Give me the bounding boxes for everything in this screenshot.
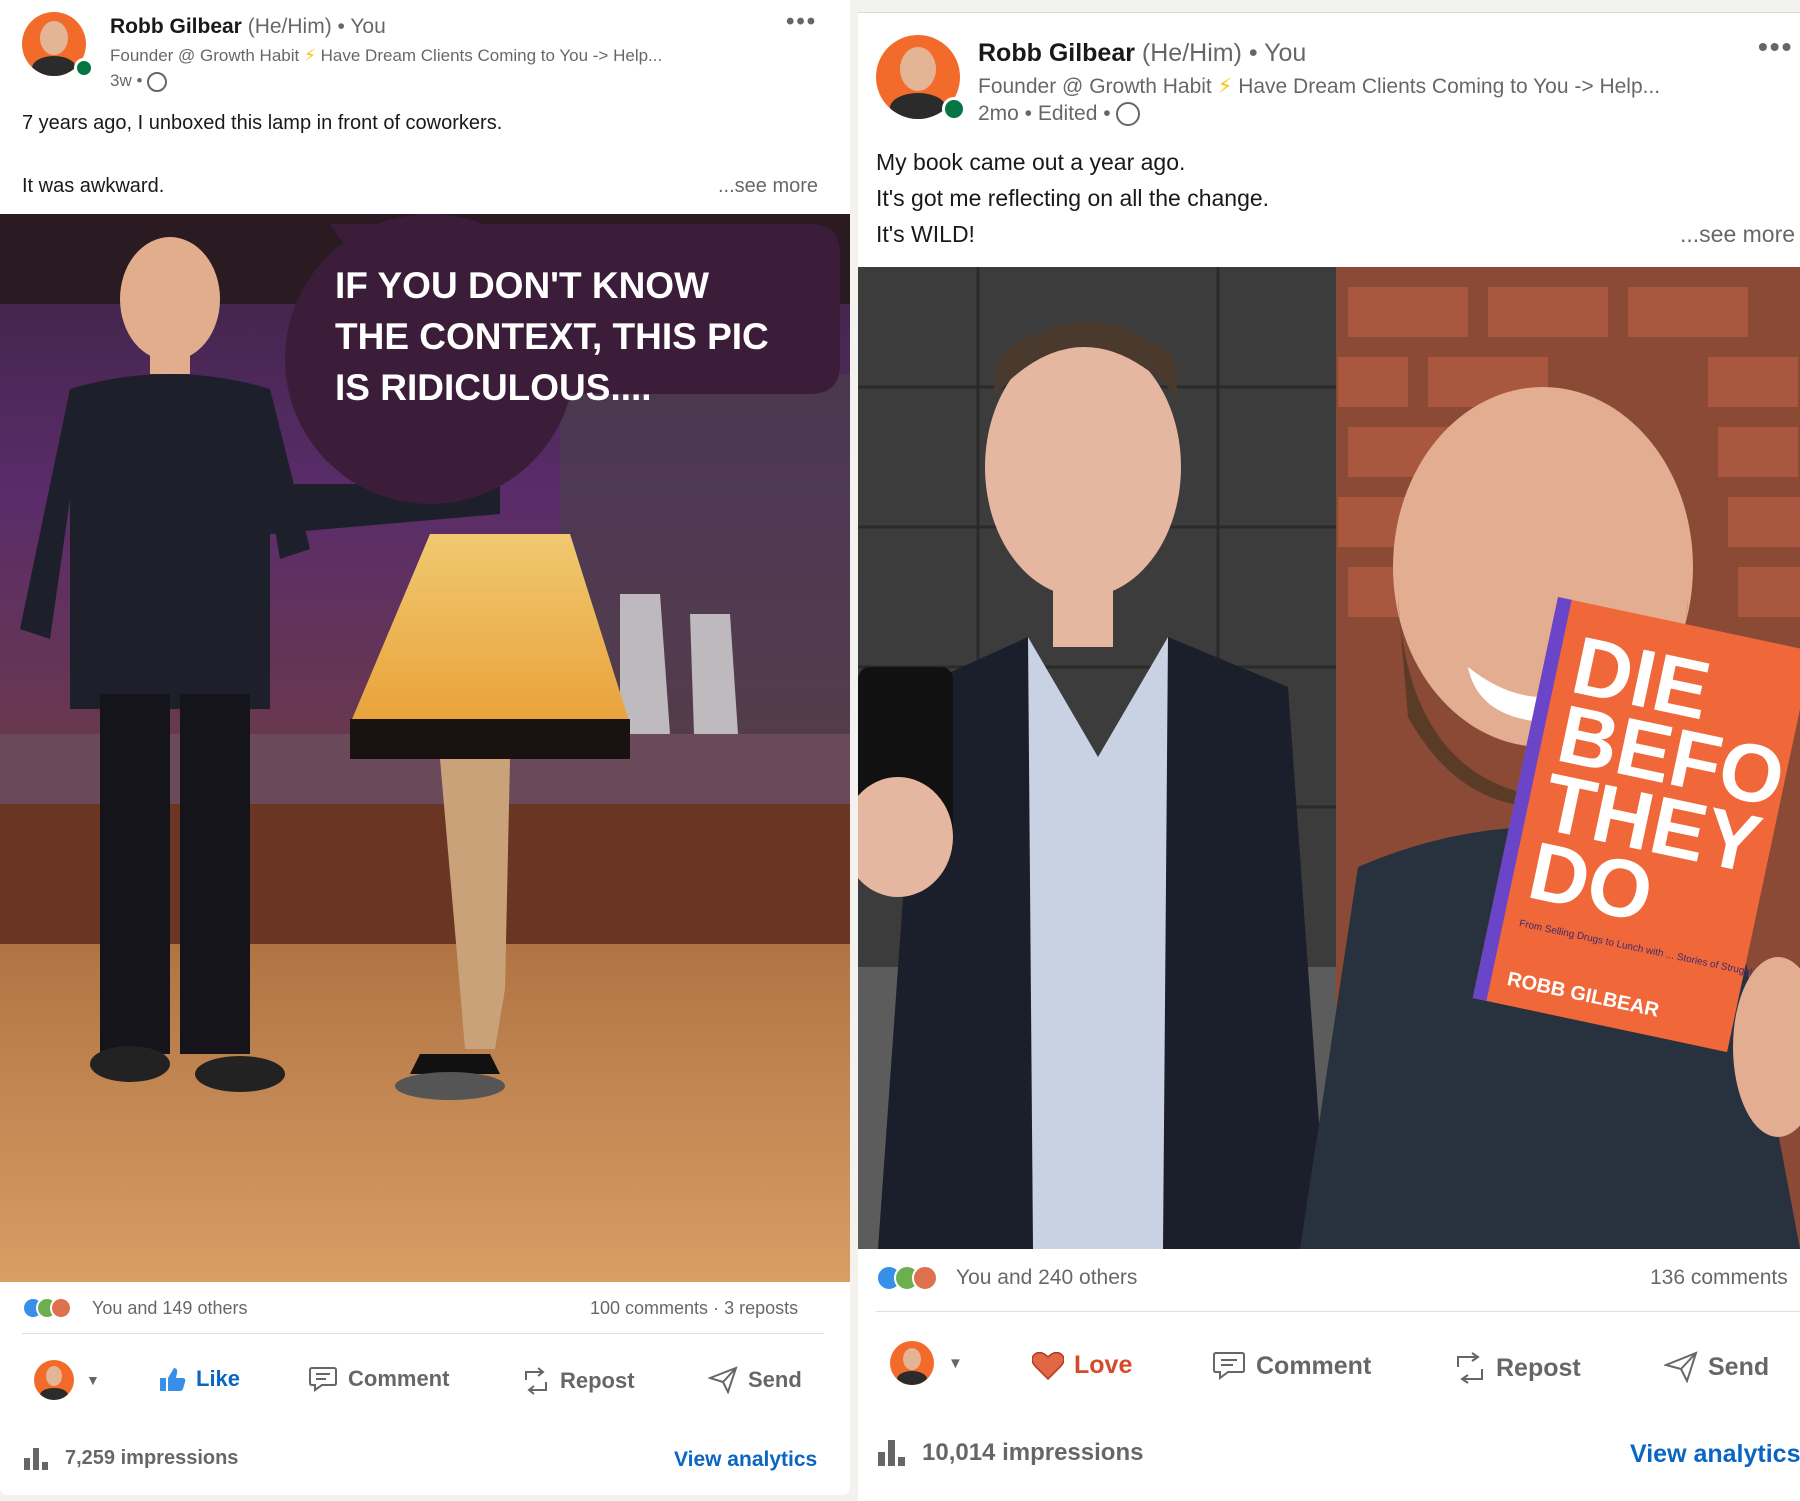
globe-icon	[147, 71, 168, 92]
comment-label: Comment	[348, 1366, 450, 1391]
love-icon	[1032, 1351, 1064, 1380]
headline-part-1: Founder @ Growth Habit	[978, 75, 1212, 98]
like-icon	[160, 1368, 186, 1391]
comment-label: Comment	[1256, 1351, 1372, 1380]
headline-part-2: Have Dream Clients Coming to You -> Help…	[1238, 75, 1661, 98]
love-reaction-icon	[912, 1265, 938, 1291]
headline-part-1: Founder @ Growth Habit	[110, 46, 300, 65]
reaction-icons[interactable]	[876, 1265, 940, 1293]
repost-icon	[525, 1367, 547, 1395]
see-more-link[interactable]: ...see more	[718, 175, 818, 198]
before-after-photo: DIE BEFO THEY DO From Selling Drugs to L…	[858, 267, 1800, 1249]
send-button[interactable]: Send	[708, 1366, 802, 1394]
author-pronouns: (He/Him)	[247, 15, 332, 38]
author-line: Robb Gilbear (He/Him) • You	[978, 39, 1306, 68]
online-status-dot	[942, 97, 966, 121]
reaction-icons[interactable]	[22, 1297, 86, 1321]
small-avatar	[34, 1360, 74, 1400]
post-image[interactable]: DIE BEFO THEY DO From Selling Drugs to L…	[858, 267, 1800, 1249]
lamp-photo: IF YOU DON'T KNOW THE CONTEXT, THIS PIC …	[0, 214, 850, 1282]
reactions-count[interactable]: You and 149 others	[92, 1298, 247, 1319]
love-label: Love	[1074, 1351, 1133, 1379]
caret-down-icon: ▼	[86, 1372, 100, 1388]
comment-button[interactable]: Comment	[308, 1366, 449, 1392]
post-text-line-3: It's WILD!	[876, 221, 975, 247]
time-label: 2mo • Edited •	[978, 102, 1111, 125]
post-text-line-1: My book came out a year ago.	[876, 149, 1186, 175]
time-label: 3w •	[110, 71, 143, 90]
post-timestamp: 3w •	[110, 71, 168, 92]
comment-icon	[309, 1367, 337, 1392]
repost-button[interactable]: Repost	[522, 1366, 635, 1396]
post-timestamp: 2mo • Edited •	[978, 102, 1141, 127]
impressions[interactable]: 10,014 impressions	[878, 1439, 1143, 1467]
author-name[interactable]: Robb Gilbear	[978, 39, 1135, 67]
headline-part-2: Have Dream Clients Coming to You -> Help…	[320, 46, 663, 65]
repost-icon	[1457, 1352, 1483, 1384]
you-label: • You	[1248, 39, 1307, 67]
post-text-line-1: 7 years ago, I unboxed this lamp in fron…	[22, 112, 503, 134]
you-label: • You	[337, 15, 386, 38]
author-name[interactable]: Robb Gilbear	[110, 15, 242, 38]
view-analytics-link[interactable]: View analytics	[1630, 1440, 1800, 1469]
author-pronouns: (He/Him)	[1141, 39, 1242, 67]
repost-label: Repost	[1496, 1353, 1581, 1382]
send-icon	[708, 1366, 738, 1394]
globe-icon	[1116, 102, 1141, 127]
caption-line-1: IF YOU DON'T KNOW	[335, 265, 709, 306]
comments-reposts: 100 comments · 3 reposts	[590, 1298, 799, 1318]
like-label: Like	[196, 1366, 241, 1391]
reactor-avatar-selector[interactable]: ▼	[890, 1341, 963, 1385]
comments-count[interactable]: 136 comments	[1650, 1266, 1788, 1290]
divider	[876, 1311, 1800, 1312]
small-avatar	[890, 1341, 934, 1385]
reactions-count[interactable]: You and 240 others	[956, 1266, 1137, 1290]
love-button[interactable]: Love	[1032, 1351, 1132, 1380]
post-text-line-2: It's got me reflecting on all the change…	[876, 185, 1270, 211]
impressions-label: 10,014 impressions	[922, 1439, 1144, 1466]
analytics-bars-icon	[24, 1447, 51, 1470]
online-status-dot	[74, 58, 94, 78]
caret-down-icon: ▼	[948, 1354, 963, 1372]
send-icon	[1664, 1351, 1698, 1383]
more-dots-icon[interactable]: •••	[786, 8, 817, 36]
more-dots-icon[interactable]: •••	[1758, 31, 1793, 63]
post-image[interactable]: IF YOU DON'T KNOW THE CONTEXT, THIS PIC …	[0, 214, 850, 1282]
comments-count[interactable]: 100 comments	[590, 1298, 708, 1318]
divider	[22, 1333, 824, 1334]
post-card-1: Robb Gilbear (He/Him) • You Founder @ Gr…	[0, 0, 850, 1495]
repost-label: Repost	[560, 1368, 635, 1393]
comment-button[interactable]: Comment	[1212, 1351, 1371, 1381]
analytics-bars-icon	[878, 1440, 908, 1466]
lightning-icon: ⚡	[1217, 75, 1233, 98]
impressions-label: 7,259 impressions	[65, 1447, 239, 1469]
see-more-link[interactable]: ...see more	[1680, 221, 1795, 248]
lightning-icon: ⚡	[303, 46, 316, 65]
send-label: Send	[1708, 1352, 1770, 1381]
comment-icon	[1213, 1352, 1245, 1380]
post-text-line-3: It was awkward.	[22, 175, 165, 197]
caption-line-2: THE CONTEXT, THIS PIC	[335, 316, 769, 357]
repost-button[interactable]: Repost	[1454, 1351, 1581, 1385]
view-analytics-link[interactable]: View analytics	[674, 1448, 817, 1472]
author-headline: Founder @ Growth Habit ⚡ Have Dream Clie…	[978, 74, 1660, 99]
like-button[interactable]: Like	[158, 1366, 240, 1392]
caption-line-3: IS RIDICULOUS....	[335, 367, 652, 408]
send-button[interactable]: Send	[1664, 1351, 1769, 1383]
post-card-2: Robb Gilbear (He/Him) • You Founder @ Gr…	[858, 12, 1800, 1501]
reposts-count[interactable]: 3 reposts	[724, 1298, 798, 1318]
author-line: Robb Gilbear (He/Him) • You	[110, 15, 386, 39]
author-headline: Founder @ Growth Habit ⚡ Have Dream Clie…	[110, 46, 662, 66]
send-label: Send	[748, 1367, 802, 1392]
reactor-avatar-selector[interactable]: ▼	[34, 1360, 100, 1400]
love-reaction-icon	[50, 1297, 72, 1319]
impressions[interactable]: 7,259 impressions	[24, 1447, 238, 1470]
